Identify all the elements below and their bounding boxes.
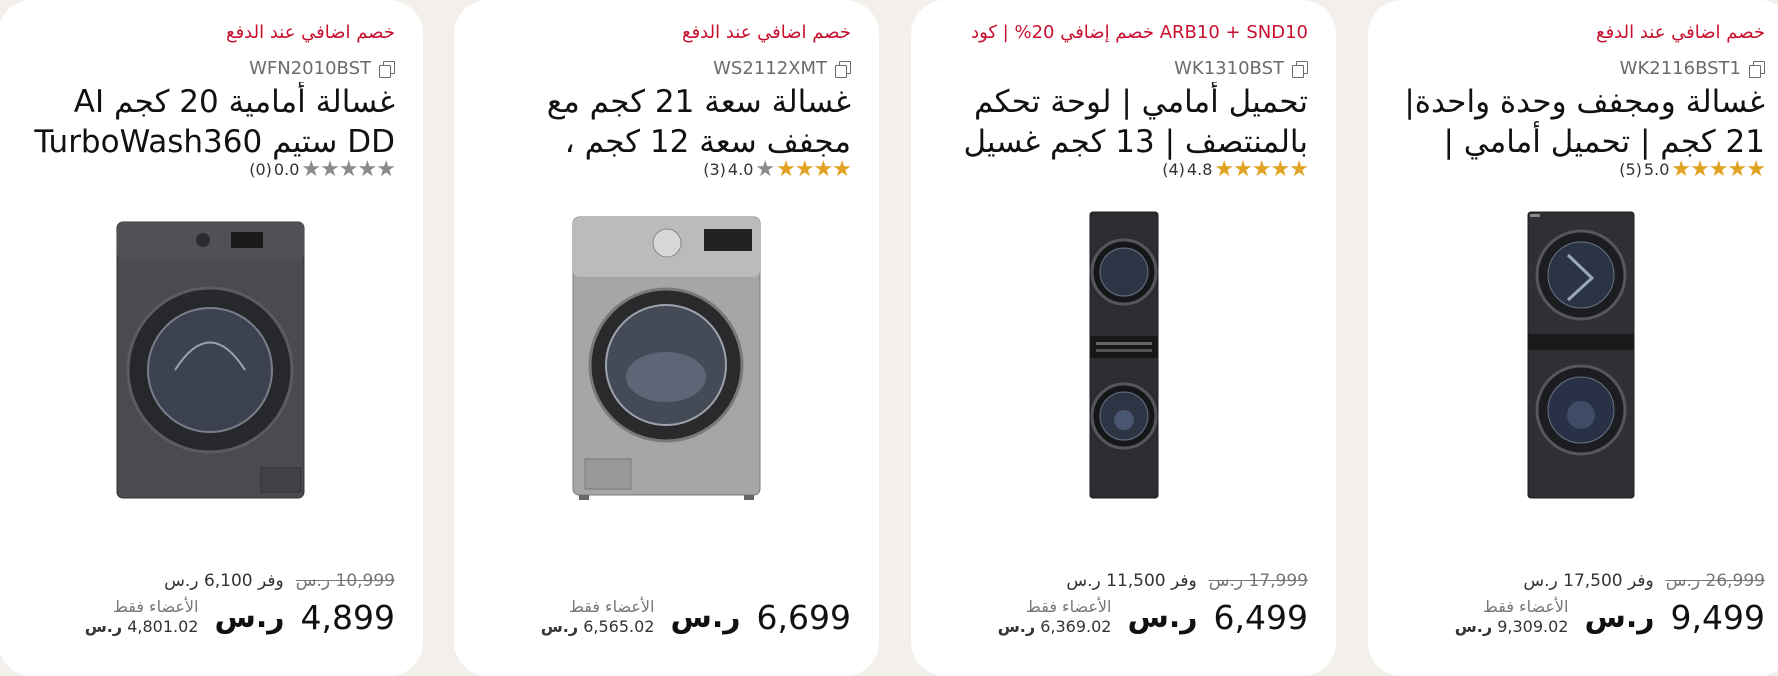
price-row: 6,699 ر.س الأعضاء فقط 6,565.02 ر.س: [541, 597, 851, 637]
rating: ★★★★★ 4.8 (4): [1162, 156, 1309, 182]
price-row: 9,499 ر.س الأعضاء فقط 9,309.02 ر.س: [1455, 597, 1765, 637]
promo-text: ARB10 + SND10 خصم إضافي 20% | كود: [971, 22, 1308, 43]
member-price-value: 9,309.02: [1497, 617, 1569, 636]
washer-dryer-tower-image[interactable]: [911, 210, 1336, 500]
savings: وفر 17,500 ر.س: [1523, 571, 1654, 591]
rating: ★★★★ ★ 4.0 (3): [703, 156, 852, 182]
member-price: الأعضاء فقط 6,369.02 ر.س: [997, 597, 1112, 636]
model-row: WK1310BST: [1174, 58, 1308, 79]
old-price: 26,999 ر.س: [1665, 571, 1765, 591]
discount-row: 17,999 ر.س وفر 11,500 ر.س: [1066, 571, 1308, 591]
price: 4,899: [300, 597, 395, 637]
discount-row: 26,999 ر.س وفر 17,500 ر.س: [1523, 571, 1765, 591]
review-count: (3): [703, 160, 726, 179]
review-count: (0): [249, 160, 272, 179]
riyal-icon: ر.س: [670, 599, 741, 635]
price: 6,699: [756, 597, 851, 637]
product-title[interactable]: غسالة ومجفف وحدة واحدة| 21 كجم | تحميل أ…: [1396, 82, 1765, 162]
model-number: WK1310BST: [1174, 58, 1284, 79]
model-row: WS2112XMT: [713, 58, 851, 79]
price-row: 6,499 ر.س الأعضاء فقط 6,369.02 ر.س: [998, 597, 1308, 637]
star-empty-icon: ★: [755, 156, 775, 182]
promo-text: خصم اضافي عند الدفع: [682, 22, 851, 43]
product-card[interactable]: خصم اضافي عند الدفع WFN2010BST غسالة أما…: [0, 0, 423, 676]
star-rating-icon: ★★★★★: [301, 156, 396, 182]
riyal-icon: ر.س: [1127, 599, 1198, 635]
model-row: WFN2010BST: [249, 58, 395, 79]
star-rating-icon: ★★★★★: [1671, 156, 1766, 182]
review-count: (4): [1162, 160, 1185, 179]
model-number: WFN2010BST: [249, 58, 371, 79]
member-label: الأعضاء فقط: [569, 597, 655, 616]
promo-text: خصم اضافي عند الدفع: [1596, 22, 1765, 43]
copy-icon[interactable]: [835, 60, 851, 78]
rating-value: 4.8: [1186, 160, 1213, 179]
member-price: الأعضاء فقط 4,801.02 ر.س: [84, 597, 199, 636]
savings: وفر 6,100 ر.س: [164, 571, 284, 591]
copy-icon[interactable]: [379, 60, 395, 78]
model-number: WK2116BST1: [1619, 58, 1741, 79]
member-label: الأعضاء فقط: [1483, 597, 1569, 616]
price: 6,499: [1213, 597, 1308, 637]
member-price-value: 4,801.02: [127, 617, 199, 636]
product-card[interactable]: خصم اضافي عند الدفع WS2112XMT غسالة سعة …: [454, 0, 879, 676]
promo-text: خصم اضافي عند الدفع: [226, 22, 395, 43]
member-price-value: 6,565.02: [583, 617, 655, 636]
product-title[interactable]: غسالة أمامية 20 كجم AI DD ستيم TurboWash…: [26, 82, 395, 162]
member-label: الأعضاء فقط: [113, 597, 199, 616]
star-rating-icon: ★★★★★: [1214, 156, 1309, 182]
discount-row: 10,999 ر.س وفر 6,100 ر.س: [164, 571, 395, 591]
product-title[interactable]: غسالة سعة 21 كجم مع مجفف سعة 12 كجم ، غس…: [482, 82, 851, 162]
review-count: (5): [1619, 160, 1642, 179]
riyal-icon: ر.س: [214, 599, 285, 635]
copy-icon[interactable]: [1292, 60, 1308, 78]
rating-value: 4.0: [727, 160, 754, 179]
copy-icon[interactable]: [1749, 60, 1765, 78]
model-number: WS2112XMT: [713, 58, 827, 79]
star-rating-icon: ★★★★: [776, 156, 852, 182]
savings: وفر 11,500 ر.س: [1066, 571, 1197, 591]
member-price: الأعضاء فقط 6,565.02 ر.س: [540, 597, 655, 636]
price: 9,499: [1670, 597, 1765, 637]
member-price: الأعضاء فقط 9,309.02 ر.س: [1454, 597, 1569, 636]
washer-dryer-tower-image[interactable]: [1368, 210, 1778, 500]
old-price: 10,999 ر.س: [295, 571, 395, 591]
rating-value: 5.0: [1643, 160, 1670, 179]
riyal-icon: ر.س: [1584, 599, 1655, 635]
product-card[interactable]: خصم اضافي عند الدفع WK2116BST1 غسالة ومج…: [1368, 0, 1778, 676]
silver-front-load-washer-image[interactable]: [454, 210, 879, 500]
member-label: الأعضاء فقط: [1026, 597, 1112, 616]
member-price-value: 6,369.02: [1040, 617, 1112, 636]
model-row: WK2116BST1: [1620, 58, 1765, 79]
old-price: 17,999 ر.س: [1208, 571, 1308, 591]
product-card[interactable]: ARB10 + SND10 خصم إضافي 20% | كود WK1310…: [911, 0, 1336, 676]
rating: ★★★★★ 0.0 (0): [249, 156, 396, 182]
price-row: 4,899 ر.س الأعضاء فقط 4,801.02 ر.س: [85, 597, 395, 637]
product-grid: خصم اضافي عند الدفع WK2116BST1 غسالة ومج…: [0, 0, 1778, 676]
rating: ★★★★★ 5.0 (5): [1619, 156, 1766, 182]
product-title[interactable]: تحميل أمامي | لوحة تحكم بالمنتصف | 13 كج…: [939, 82, 1308, 162]
black-front-load-washer-image[interactable]: [0, 210, 423, 500]
rating-value: 0.0: [273, 160, 300, 179]
